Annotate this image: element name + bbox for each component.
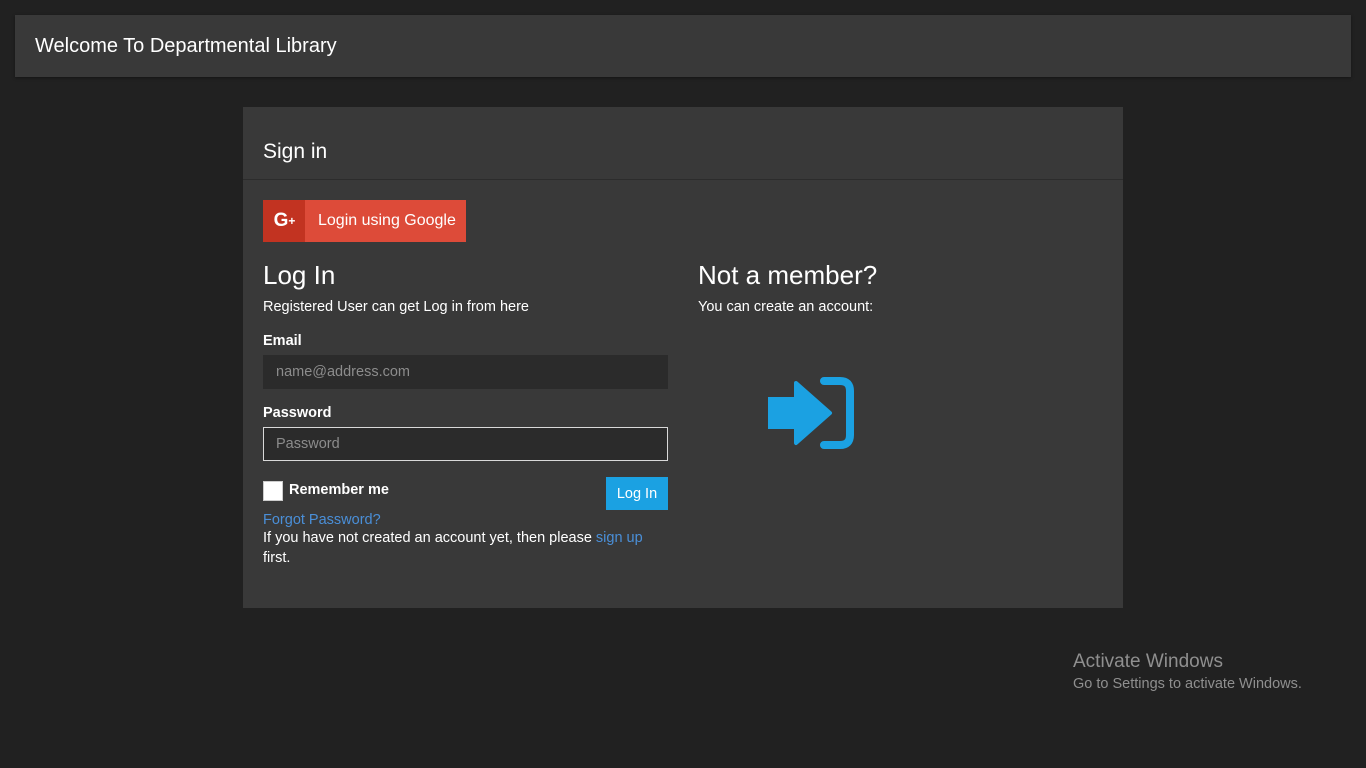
sign-in-panel: Sign in G + Login using Google Log In Reg… (243, 107, 1123, 608)
login-heading: Log In (263, 260, 336, 290)
password-field[interactable] (263, 427, 668, 461)
remember-row: Remember me Log In (263, 477, 668, 510)
google-login-button[interactable]: G + Login using Google (263, 200, 466, 242)
watermark-title: Activate Windows (1073, 651, 1223, 672)
site-title[interactable]: Welcome To Departmental Library (35, 15, 337, 77)
sign-in-icon[interactable] (768, 377, 854, 449)
remember-checkbox[interactable] (263, 481, 283, 501)
google-icon-letter: G (273, 210, 289, 231)
register-heading: Not a member? (698, 260, 878, 290)
panel-header: Sign in (243, 107, 1123, 180)
register-section: Not a member? You can create an account: (698, 257, 1103, 315)
panel-title: Sign in (263, 140, 328, 163)
windows-activation-watermark: Activate Windows Go to Settings to activ… (1073, 651, 1302, 692)
signup-suffix: first. (263, 550, 291, 566)
remember-label[interactable]: Remember me (289, 482, 389, 498)
google-plus-icon: G + (263, 200, 305, 242)
password-label: Password (263, 405, 332, 421)
login-subtitle: Registered User can get Log in from here (263, 299, 529, 315)
forgot-password-link[interactable]: Forgot Password? (263, 512, 668, 528)
login-form: Log In Registered User can get Log in fr… (263, 257, 668, 568)
google-login-label: Login using Google (318, 212, 456, 229)
email-field[interactable] (263, 355, 668, 389)
signup-prompt: If you have not created an account yet, … (263, 528, 668, 568)
watermark-subtitle: Go to Settings to activate Windows. (1073, 676, 1302, 692)
sign-up-link[interactable]: sign up (596, 530, 643, 546)
login-button[interactable]: Log In (606, 477, 668, 510)
signup-prefix: If you have not created an account yet, … (263, 530, 596, 546)
top-navbar: Welcome To Departmental Library (15, 15, 1351, 77)
google-icon-plus: + (288, 214, 295, 228)
email-label: Email (263, 333, 302, 349)
register-subtitle: You can create an account: (698, 299, 874, 315)
